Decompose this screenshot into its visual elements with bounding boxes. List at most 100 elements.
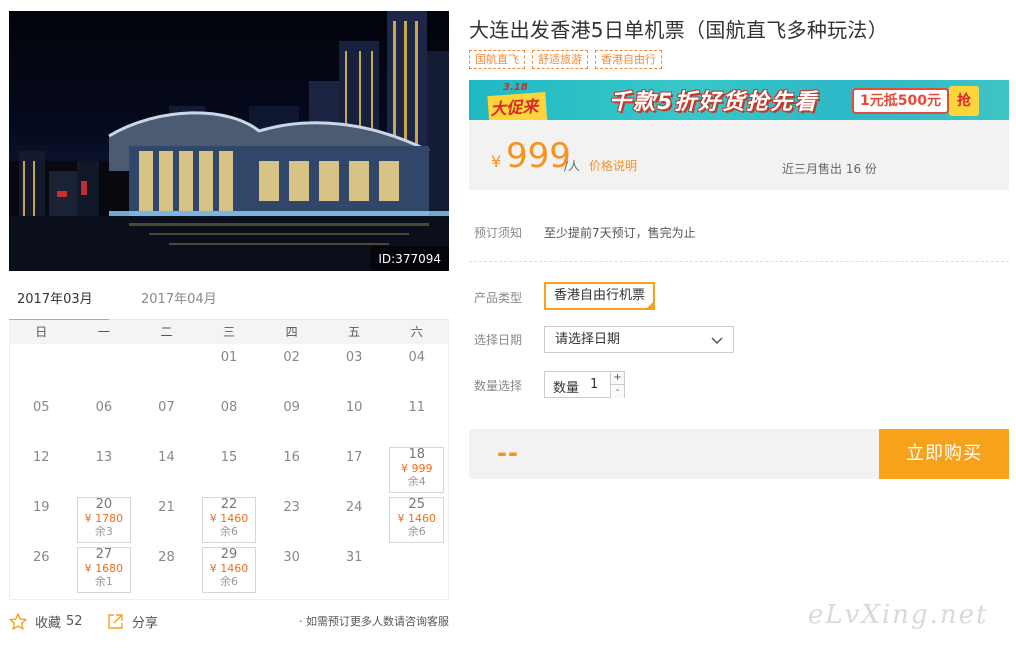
calendar-day-price: ¥ 1460 bbox=[209, 512, 249, 525]
calendar-day: 10 bbox=[323, 394, 386, 444]
share-button[interactable]: 分享 bbox=[107, 612, 158, 631]
calendar-day-number: 22 bbox=[220, 497, 238, 512]
price-box: ¥ 999 /人 价格说明 近三月售出 16 份 bbox=[469, 120, 1009, 190]
calendar-day-number: 24 bbox=[345, 500, 363, 515]
calendar-day-number bbox=[135, 344, 198, 350]
divider bbox=[469, 261, 1009, 262]
chevron-down-icon bbox=[711, 337, 723, 345]
calendar-day-number: 25 bbox=[408, 497, 426, 512]
calendar-weekday-header: 日 一 二 三 四 五 六 bbox=[10, 320, 448, 344]
buy-now-button[interactable]: 立即购买 bbox=[879, 429, 1009, 479]
favorite-button[interactable]: 收藏 52 bbox=[9, 612, 83, 631]
calendar-day-available[interactable]: 22 ¥ 1460 余6 bbox=[198, 494, 261, 544]
calendar-day bbox=[73, 344, 136, 394]
total-price: -- bbox=[497, 439, 519, 467]
calendar-day: 09 bbox=[260, 394, 323, 444]
quantity-inner-label: 数量 bbox=[553, 381, 580, 396]
photo-id-label: ID:377094 bbox=[370, 246, 449, 271]
calendar-day-price: ¥ 1780 bbox=[84, 512, 124, 525]
tab-month-2017-04[interactable]: 2017年04月 bbox=[141, 290, 225, 320]
calendar-day: 19 bbox=[10, 494, 73, 544]
calendar-day-number: 03 bbox=[345, 350, 363, 365]
calendar-day-number: 05 bbox=[33, 400, 50, 415]
calendar-day: 04 bbox=[385, 344, 448, 394]
price-explain-link[interactable]: 价格说明 bbox=[589, 157, 637, 174]
calendar-day-number: 27 bbox=[95, 547, 113, 562]
calendar-week-row: 12 13 14 15 16 17 18 ¥ 999 余4 bbox=[10, 444, 448, 494]
month-tabs: 2017年03月 2017年04月 bbox=[9, 286, 449, 322]
calendar-day: 14 bbox=[135, 444, 198, 494]
promo-date-badge: 3.18 大促来了 bbox=[485, 82, 549, 120]
calendar-day-available[interactable]: 25 ¥ 1460 余6 bbox=[385, 494, 448, 544]
hong-kong-night-skyline-image bbox=[9, 11, 449, 271]
calendar-day-price: ¥ 1460 bbox=[397, 512, 437, 525]
promo-banner[interactable]: 3.18 大促来了 千款5折好货抢先看 1元抵500元 抢 bbox=[469, 80, 1009, 120]
price-unit: /人 bbox=[564, 159, 581, 173]
calendar-day-price: ¥ 1460 bbox=[209, 562, 249, 575]
calendar-day bbox=[135, 344, 198, 394]
price-amount: 999 bbox=[506, 136, 571, 176]
calendar-day-price: ¥ 1680 bbox=[84, 562, 124, 575]
calendar-day-available[interactable]: 27 ¥ 1680 余1 bbox=[73, 544, 136, 594]
calendar-day: 16 bbox=[260, 444, 323, 494]
tag-badge: 香港自由行 bbox=[595, 50, 662, 69]
calendar-day: 26 bbox=[10, 544, 73, 594]
calendar-day-number: 21 bbox=[158, 500, 175, 515]
calendar-day-number: 19 bbox=[33, 500, 50, 515]
calendar-day-number: 29 bbox=[220, 547, 238, 562]
tab-month-2017-03[interactable]: 2017年03月 bbox=[9, 290, 109, 322]
calendar-day: 31 bbox=[323, 544, 386, 594]
calendar-day-number: 12 bbox=[33, 450, 50, 465]
calendar-day bbox=[385, 544, 448, 594]
calendar-day-number: 18 bbox=[408, 447, 426, 462]
weekday-label: 四 bbox=[285, 325, 298, 339]
favorite-label: 收藏 bbox=[35, 616, 62, 631]
calendar-day bbox=[10, 344, 73, 394]
product-type-option[interactable]: 香港自由行机票 bbox=[544, 282, 656, 310]
tag-badge: 舒适旅游 bbox=[532, 50, 588, 69]
calendar-week-row: 01 02 03 04 bbox=[10, 344, 448, 394]
price-currency: ¥ bbox=[491, 152, 502, 171]
calendar-day-number: 11 bbox=[408, 400, 426, 415]
calendar-day-number: 28 bbox=[158, 550, 175, 565]
sold-count: 近三月售出 16 份 bbox=[782, 162, 877, 176]
quantity-minus-button[interactable]: - bbox=[610, 385, 624, 398]
quantity-stepper[interactable]: 数量 1 + - bbox=[544, 371, 625, 398]
promo-date: 3.18 bbox=[503, 82, 528, 93]
weekday-label: 二 bbox=[160, 325, 173, 339]
favorite-count: 52 bbox=[66, 614, 83, 629]
calendar-day: 30 bbox=[260, 544, 323, 594]
calendar-day: 02 bbox=[260, 344, 323, 394]
share-label: 分享 bbox=[132, 616, 159, 631]
date-label: 选择日期 bbox=[474, 333, 523, 347]
weekday-label: 五 bbox=[348, 325, 361, 339]
contact-service-note: · 如需预订更多人数请咨询客服 bbox=[299, 615, 449, 628]
notice-value: 至少提前7天预订，售完为止 bbox=[544, 226, 696, 240]
calendar-grid: 01 02 03 04 05 06 07 08 09 10 11 12 13 14 15 16 17 18 ¥ 99… bbox=[10, 344, 448, 594]
calendar-day-number: 02 bbox=[283, 350, 300, 365]
date-select[interactable]: 请选择日期 bbox=[544, 326, 734, 353]
quantity-plus-button[interactable]: + bbox=[610, 372, 624, 385]
calendar-day-number: 10 bbox=[345, 400, 363, 415]
quantity-value[interactable]: 1 bbox=[590, 377, 598, 392]
calendar-day-number: 08 bbox=[220, 400, 238, 415]
promo-coupon: 1元抵500元 bbox=[852, 88, 949, 114]
bottom-action-bar: 收藏 52 分享 · 如需预订更多人数请咨询客服 bbox=[9, 606, 449, 636]
calendar-day: 05 bbox=[10, 394, 73, 444]
product-type-label: 产品类型 bbox=[474, 291, 523, 305]
calendar-day-available[interactable]: 20 ¥ 1780 余3 bbox=[73, 494, 136, 544]
calendar-day-number: 06 bbox=[95, 400, 113, 415]
weekday-label: 日 bbox=[35, 325, 48, 339]
calendar-day-stock: 余3 bbox=[94, 525, 113, 538]
calendar-day-number bbox=[10, 344, 73, 350]
calendar-day: 21 bbox=[135, 494, 198, 544]
calendar-day-number: 15 bbox=[220, 450, 238, 465]
calendar-day-available[interactable]: 18 ¥ 999 余4 bbox=[385, 444, 448, 494]
calendar-day: 06 bbox=[73, 394, 136, 444]
calendar-day-number: 30 bbox=[283, 550, 300, 565]
calendar-day-number: 20 bbox=[95, 497, 113, 512]
calendar-day: 03 bbox=[323, 344, 386, 394]
promo-headline: 千款5折好货抢先看 bbox=[609, 90, 819, 115]
calendar-day-available[interactable]: 29 ¥ 1460 余6 bbox=[198, 544, 261, 594]
calendar-day-number: 07 bbox=[158, 400, 175, 415]
